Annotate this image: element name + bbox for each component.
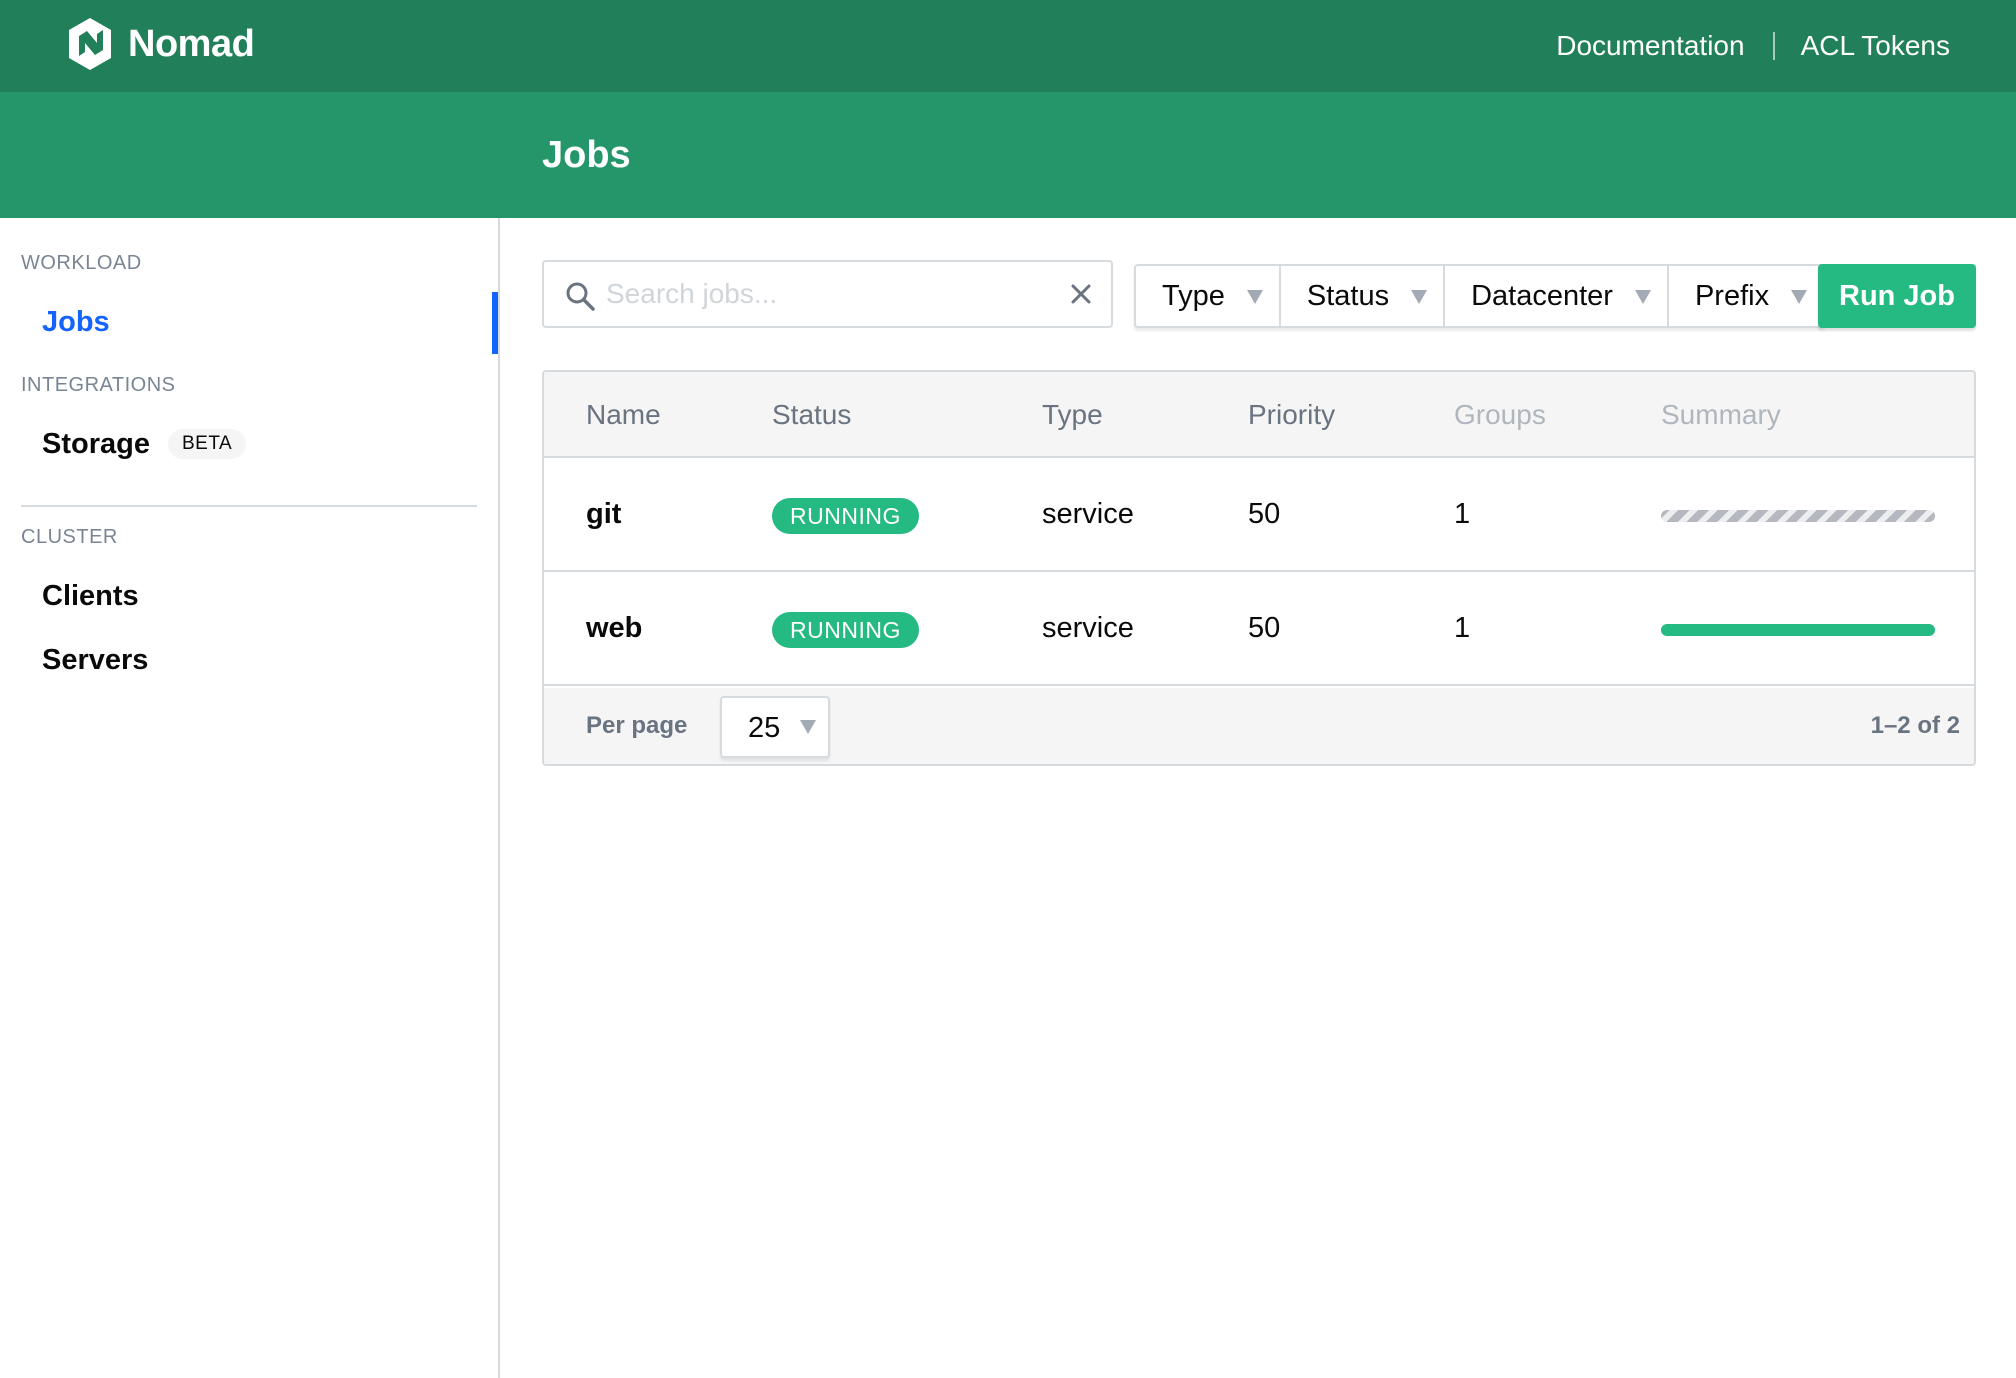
search-icon — [566, 282, 595, 311]
clear-search-icon[interactable] — [1065, 278, 1097, 310]
table-header: Name Status Type Priority Groups Summary — [544, 372, 1974, 458]
filter-datacenter-label: Datacenter — [1471, 279, 1613, 312]
caret-down-icon — [1791, 290, 1808, 304]
documentation-link[interactable]: Documentation — [1556, 30, 1744, 62]
column-header-priority[interactable]: Priority — [1248, 399, 1335, 431]
sidebar-item-jobs[interactable]: Jobs — [42, 306, 110, 339]
brand[interactable]: Nomad — [66, 16, 255, 72]
caret-down-icon — [1411, 290, 1428, 304]
job-priority: 50 — [1248, 498, 1281, 530]
search-box — [542, 260, 1113, 328]
job-groups: 1 — [1454, 612, 1471, 644]
filter-prefix[interactable]: Prefix — [1666, 266, 1823, 326]
per-page-label: Per page — [586, 712, 688, 739]
job-name[interactable]: web — [586, 612, 642, 645]
column-header-name[interactable]: Name — [586, 399, 661, 431]
top-links-divider — [1772, 32, 1775, 60]
column-header-summary: Summary — [1661, 399, 1781, 430]
job-type: service — [1042, 612, 1134, 644]
per-page-select[interactable]: 25 — [720, 696, 830, 758]
column-header-status[interactable]: Status — [772, 399, 851, 431]
job-name[interactable]: git — [586, 498, 621, 531]
status-badge: RUNNING — [772, 612, 919, 648]
filter-type[interactable]: Type — [1136, 266, 1279, 326]
job-groups: 1 — [1454, 498, 1471, 530]
caret-down-icon — [800, 720, 816, 734]
column-header-type[interactable]: Type — [1042, 399, 1103, 431]
sidebar-item-storage[interactable]: Storage BETA — [42, 428, 247, 461]
search-input[interactable] — [606, 272, 1046, 316]
pagination-info: 1–2 of 2 — [1870, 712, 1960, 739]
page-header: Jobs — [0, 92, 2016, 218]
status-badge: RUNNING — [772, 498, 919, 534]
page-title: Jobs — [542, 134, 631, 176]
filter-status[interactable]: Status — [1278, 266, 1443, 326]
caret-down-icon — [1246, 290, 1263, 304]
filter-type-label: Type — [1162, 279, 1225, 312]
summary-bar-running — [1661, 624, 1935, 636]
table-footer: Per page 25 1–2 of 2 — [544, 688, 1974, 764]
sidebar-item-clients[interactable]: Clients — [42, 580, 139, 613]
job-type: service — [1042, 498, 1134, 530]
filter-status-label: Status — [1306, 279, 1390, 312]
sidebar-item-storage-label: Storage — [42, 428, 150, 460]
top-links: Documentation ACL Tokens — [1556, 0, 1950, 92]
column-header-groups: Groups — [1454, 399, 1546, 430]
beta-badge: BETA — [167, 429, 247, 459]
table-row[interactable]: git RUNNING service 50 1 — [544, 458, 1974, 572]
sidebar-divider — [21, 505, 477, 507]
table-row[interactable]: web RUNNING service 50 1 — [544, 572, 1974, 686]
brand-name: Nomad — [128, 22, 255, 65]
sidebar-label-cluster: CLUSTER — [21, 526, 118, 548]
summary-bar-pending — [1661, 510, 1935, 522]
per-page-value: 25 — [748, 712, 781, 744]
sidebar: WORKLOAD Jobs INTEGRATIONS Storage BETA C… — [0, 218, 500, 1378]
sidebar-label-workload: WORKLOAD — [21, 252, 142, 274]
sidebar-label-integrations: INTEGRATIONS — [21, 374, 176, 396]
filter-prefix-label: Prefix — [1694, 279, 1770, 312]
top-nav: Nomad Documentation ACL Tokens — [0, 0, 2016, 92]
run-job-button[interactable]: Run Job — [1818, 264, 1976, 328]
filter-group: Type Status Datacenter Prefix — [1134, 264, 1826, 328]
acl-tokens-link[interactable]: ACL Tokens — [1801, 30, 1950, 62]
jobs-table: Name Status Type Priority Groups Summary… — [542, 370, 1976, 766]
caret-down-icon — [1634, 290, 1651, 304]
sidebar-active-indicator — [492, 292, 498, 354]
job-priority: 50 — [1248, 612, 1281, 644]
nomad-logo-icon — [69, 18, 111, 70]
sidebar-item-servers[interactable]: Servers — [42, 644, 148, 677]
filter-datacenter[interactable]: Datacenter — [1443, 266, 1667, 326]
